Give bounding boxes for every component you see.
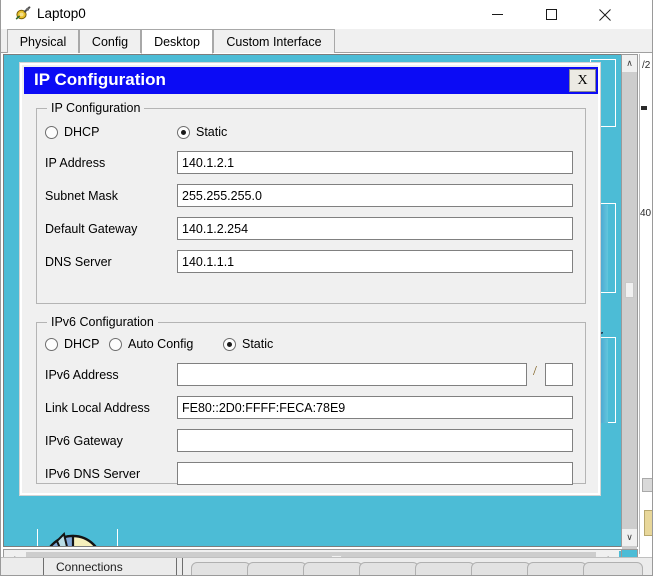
sliver-text-2: 40 bbox=[640, 208, 651, 219]
radio-dot-ipv6-auto-config bbox=[109, 338, 122, 351]
maximize-button[interactable] bbox=[528, 0, 574, 29]
device-tray-slot-4[interactable] bbox=[359, 562, 419, 576]
device-tray-slot-6[interactable] bbox=[471, 562, 531, 576]
tab-custom-interface[interactable]: Custom Interface bbox=[213, 29, 335, 53]
background-label-3: | bbox=[598, 443, 612, 458]
device-tray-slot-3[interactable] bbox=[303, 562, 363, 576]
input-ipv6-dns-server[interactable] bbox=[177, 462, 573, 485]
device-tray-slot-8[interactable] bbox=[583, 562, 643, 576]
radio-dot-ipv4-static bbox=[177, 126, 190, 139]
device-tray-slot-2[interactable] bbox=[247, 562, 307, 576]
dialog-title: IP Configuration bbox=[34, 70, 166, 90]
desktop-vertical-scrollbar[interactable]: ∧ ∨ bbox=[621, 54, 638, 547]
label-subnet-mask: Subnet Mask bbox=[45, 187, 118, 205]
sliver-marker bbox=[641, 106, 647, 110]
label-dns-server: DNS Server bbox=[45, 253, 112, 271]
input-dns-server[interactable] bbox=[177, 250, 573, 273]
background-app-sliver: /2 40 bbox=[639, 54, 653, 554]
bottom-status-strip: Connections bbox=[1, 557, 653, 576]
connections-label: Connections bbox=[56, 560, 123, 574]
label-ipv6-dns-server: IPv6 DNS Server bbox=[45, 465, 140, 483]
label-ipv6-address: IPv6 Address bbox=[45, 366, 119, 384]
input-ipv6-address[interactable] bbox=[177, 363, 527, 386]
ipv6-group-legend: IPv6 Configuration bbox=[47, 315, 158, 329]
dialog-body: IP Configuration DHCP Static IP Address bbox=[24, 94, 598, 493]
close-icon bbox=[599, 9, 611, 21]
dialog-close-button[interactable]: X bbox=[569, 69, 596, 92]
vertical-scroll-knob[interactable] bbox=[625, 282, 634, 298]
packet-tracer-device-icon bbox=[14, 6, 31, 23]
radio-label-ipv6-static: Static bbox=[242, 337, 273, 351]
scroll-down-button[interactable]: ∨ bbox=[622, 529, 637, 546]
tab-desktop[interactable]: Desktop bbox=[141, 29, 213, 54]
sliver-text-1: /2 bbox=[642, 60, 650, 71]
input-subnet-mask[interactable] bbox=[177, 184, 573, 207]
input-default-gateway[interactable] bbox=[177, 217, 573, 240]
radio-ipv6-dhcp[interactable]: DHCP bbox=[45, 337, 99, 351]
radio-ipv6-static[interactable]: Static bbox=[223, 337, 273, 351]
radio-ipv4-dhcp[interactable]: DHCP bbox=[45, 125, 99, 139]
minimize-button[interactable] bbox=[474, 0, 520, 29]
window-titlebar: Laptop0 bbox=[1, 0, 653, 29]
radio-dot-ipv6-static bbox=[223, 338, 236, 351]
window-title: Laptop0 bbox=[37, 5, 86, 23]
radio-ipv6-auto-config[interactable]: Auto Config bbox=[109, 337, 193, 351]
ipv6-configuration-group: IPv6 Configuration DHCP Auto Config Stat… bbox=[36, 322, 586, 484]
input-ip-address[interactable] bbox=[177, 151, 573, 174]
radio-label-ipv4-dhcp: DHCP bbox=[64, 125, 99, 139]
radio-dot-ipv6-dhcp bbox=[45, 338, 58, 351]
ipv4-group-legend: IP Configuration bbox=[47, 101, 144, 115]
minimize-icon bbox=[492, 9, 503, 20]
tab-physical[interactable]: Physical bbox=[7, 29, 79, 53]
maximize-icon bbox=[546, 9, 557, 20]
ipv6-prefix-separator: / bbox=[533, 364, 537, 380]
radio-label-ipv6-auto-config: Auto Config bbox=[128, 337, 193, 351]
label-default-gateway: Default Gateway bbox=[45, 220, 137, 238]
input-ipv6-prefix-length[interactable] bbox=[545, 363, 573, 386]
label-ipv6-gateway: IPv6 Gateway bbox=[45, 432, 123, 450]
dialog-titlebar[interactable]: IP Configuration X bbox=[24, 67, 598, 94]
tab-config[interactable]: Config bbox=[79, 29, 141, 53]
pie-chart-icon bbox=[38, 529, 116, 547]
radio-dot-ipv4-dhcp bbox=[45, 126, 58, 139]
radio-label-ipv6-dhcp: DHCP bbox=[64, 337, 99, 351]
strip-divider-left bbox=[43, 558, 44, 576]
strip-divider-right-2 bbox=[182, 558, 183, 576]
input-link-local-address[interactable] bbox=[177, 396, 573, 419]
ip-configuration-dialog: IP Configuration X IP Configuration DHCP… bbox=[20, 63, 600, 495]
radio-ipv4-static[interactable]: Static bbox=[177, 125, 227, 139]
input-ipv6-gateway[interactable] bbox=[177, 429, 573, 452]
desktop-canvas[interactable]: r or | IP Configuration X bbox=[3, 54, 636, 547]
sliver-grey-box bbox=[642, 478, 653, 492]
pie-chart-icon-cell[interactable] bbox=[37, 529, 118, 547]
device-tray-slot-1[interactable] bbox=[191, 562, 251, 576]
ipv4-configuration-group: IP Configuration DHCP Static IP Address bbox=[36, 108, 586, 304]
device-tray-slot-5[interactable] bbox=[415, 562, 475, 576]
scroll-up-button[interactable]: ∧ bbox=[622, 55, 637, 72]
close-button[interactable] bbox=[582, 0, 628, 29]
label-link-local-address: Link Local Address bbox=[45, 399, 150, 417]
tab-strip: Physical Config Desktop Custom Interface bbox=[1, 29, 653, 53]
label-ip-address: IP Address bbox=[45, 154, 105, 172]
device-tray-slot-7[interactable] bbox=[527, 562, 587, 576]
strip-divider-right-1 bbox=[176, 558, 177, 576]
device-config-window: Laptop0 Physical Config Desktop Custom I… bbox=[0, 0, 653, 576]
radio-label-ipv4-static: Static bbox=[196, 125, 227, 139]
vertical-scroll-track[interactable] bbox=[622, 72, 637, 529]
sliver-yellow-box bbox=[644, 510, 653, 536]
